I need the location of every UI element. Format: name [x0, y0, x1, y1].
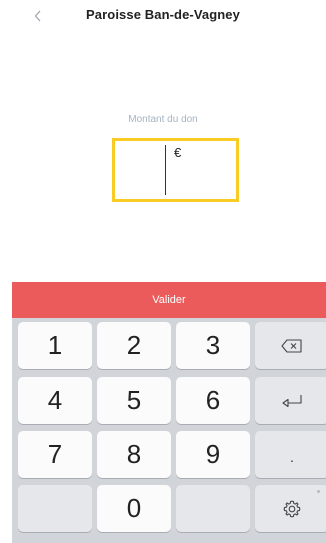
key-0[interactable]: 0 — [97, 485, 171, 532]
empty-key-right — [176, 485, 250, 532]
keyboard-indicator-dot — [317, 490, 320, 493]
currency-symbol: € — [174, 145, 182, 160]
text-cursor — [165, 145, 166, 195]
empty-key-left — [18, 485, 92, 532]
key-6[interactable]: 6 — [176, 377, 250, 424]
header-bar: Paroisse Ban-de-Vagney — [0, 0, 326, 32]
gear-icon — [282, 499, 302, 519]
key-3[interactable]: 3 — [176, 322, 250, 369]
settings-key[interactable] — [255, 485, 326, 532]
key-2[interactable]: 2 — [97, 322, 171, 369]
key-5[interactable]: 5 — [97, 377, 171, 424]
decimal-label: . — [290, 448, 294, 465]
amount-label: Montant du don — [128, 114, 198, 125]
key-8[interactable]: 8 — [97, 431, 171, 478]
numeric-keyboard: 1 2 3 4 5 6 7 8 9 . 0 — [12, 318, 326, 543]
validate-button[interactable]: Valider — [12, 282, 326, 318]
page-title: Paroisse Ban-de-Vagney — [86, 7, 240, 22]
return-key[interactable] — [255, 377, 326, 424]
backspace-icon — [281, 338, 303, 353]
backspace-key[interactable] — [255, 322, 326, 369]
return-icon — [281, 393, 303, 409]
key-1[interactable]: 1 — [18, 322, 92, 369]
app-screen: Paroisse Ban-de-Vagney Montant du don € … — [0, 0, 326, 543]
key-4[interactable]: 4 — [18, 377, 92, 424]
key-7[interactable]: 7 — [18, 431, 92, 478]
amount-input[interactable]: € — [112, 138, 239, 202]
key-9[interactable]: 9 — [176, 431, 250, 478]
decimal-key[interactable]: . — [255, 431, 326, 478]
